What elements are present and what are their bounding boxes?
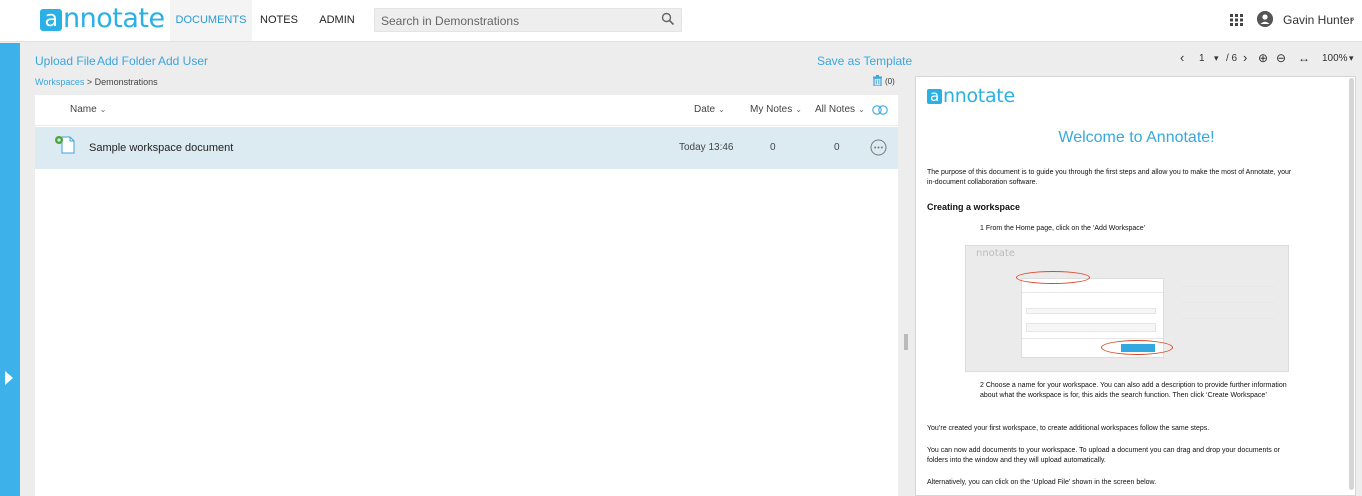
logo-text: nnotate <box>63 3 165 34</box>
user-icon[interactable] <box>1257 11 1273 27</box>
toggle-icon[interactable] <box>872 105 888 115</box>
screenshot-name-field <box>1026 308 1156 314</box>
column-name-label: Name <box>70 104 97 115</box>
screenshot-divider <box>1022 292 1163 293</box>
search-input[interactable]: Search in Demonstrations <box>381 14 519 28</box>
page-total: / 6 <box>1226 53 1238 64</box>
screenshot-table-line <box>1181 286 1276 287</box>
document-date: Today 13:46 <box>679 142 734 153</box>
column-all-notes[interactable]: All Notes ⌄ <box>815 104 865 115</box>
screenshot-description-field <box>1026 323 1156 332</box>
document-my-notes: 0 <box>770 142 776 153</box>
column-my-notes-label: My Notes <box>750 104 793 115</box>
page-number[interactable]: 1 <box>1199 53 1205 64</box>
document-scrollbar[interactable] <box>1349 78 1354 490</box>
grid-icon[interactable] <box>1230 14 1243 26</box>
app-logo[interactable]: a nnotate <box>40 4 165 34</box>
document-paragraph-4: Alternatively, you can click on the ‘Upl… <box>927 479 1157 486</box>
screenshot-logo: nnotate <box>976 248 1015 259</box>
document-icon <box>55 136 75 154</box>
list-header: Name ⌄ Date ⌄ My Notes ⌄ All Notes ⌄ <box>35 95 898 126</box>
screenshot-table-line <box>1181 302 1276 303</box>
column-name[interactable]: Name ⌄ <box>70 104 106 115</box>
zoom-in-icon[interactable]: ⊕ <box>1258 51 1268 65</box>
column-all-notes-label: All Notes <box>815 104 856 115</box>
column-my-notes[interactable]: My Notes ⌄ <box>750 104 802 115</box>
document-paragraph-3: You can now add documents to your worksp… <box>927 447 1280 464</box>
breadcrumb-separator: > <box>84 77 95 87</box>
column-date[interactable]: Date ⌄ <box>694 104 725 115</box>
column-date-label: Date <box>694 104 716 115</box>
highlight-oval <box>1016 271 1090 284</box>
user-name[interactable]: Gavin Hunter <box>1283 13 1354 27</box>
trash-count: (0) <box>885 77 895 86</box>
breadcrumb-current: Demonstrations <box>94 77 158 87</box>
add-user-link[interactable]: Add User <box>158 54 208 68</box>
document-section-heading: Creating a workspace <box>927 202 1021 212</box>
more-icon[interactable] <box>870 139 887 156</box>
search-box[interactable]: Search in Demonstrations <box>374 8 682 32</box>
search-icon[interactable] <box>661 12 675 26</box>
tab-admin[interactable]: ADMIN <box>314 0 360 41</box>
chevron-down-icon: ⌄ <box>718 105 725 114</box>
fit-width-icon[interactable]: ↔ <box>1298 51 1310 65</box>
document-logo-text: nnotate <box>943 85 1015 107</box>
trash-icon[interactable] <box>872 75 883 86</box>
sidebar-toggle-strip[interactable] <box>0 43 20 496</box>
document-list: Name ⌄ Date ⌄ My Notes ⌄ All Notes ⌄ Sample … <box>35 95 898 496</box>
document-step-2: 2 Choose a name for your workspace. You … <box>980 382 1287 399</box>
document-intro: The purpose of this document is to guide… <box>927 169 1292 186</box>
document-logo-letter: a <box>927 89 942 104</box>
chevron-down-icon: ⌄ <box>99 105 107 114</box>
document-preview[interactable]: a nnotate Welcome to Annotate! The purpos… <box>915 76 1356 496</box>
save-as-template-link[interactable]: Save as Template <box>817 54 912 68</box>
table-row[interactable]: Sample workspace document Today 13:46 0 … <box>35 127 898 169</box>
document-step-1: 1 From the Home page, click on the ‘Add … <box>980 225 1146 232</box>
zoom-dropdown-icon[interactable]: ▾ <box>1349 53 1354 64</box>
document-title[interactable]: Sample workspace document <box>89 142 233 154</box>
screenshot-table-line <box>1181 318 1276 319</box>
chevron-down-icon: ⌄ <box>795 105 802 114</box>
next-page-button[interactable]: › <box>1243 50 1247 65</box>
highlight-oval <box>1101 340 1173 355</box>
screenshot-divider <box>1022 338 1163 339</box>
document-heading: Welcome to Annotate! <box>1058 129 1215 146</box>
breadcrumb-root[interactable]: Workspaces <box>35 77 84 87</box>
panel-resize-handle[interactable] <box>904 334 908 350</box>
tab-documents[interactable]: DOCUMENTS <box>170 0 252 41</box>
tab-notes[interactable]: NOTES <box>256 0 302 41</box>
top-bar: a nnotate DOCUMENTS NOTES ADMIN Search in… <box>0 0 1362 42</box>
zoom-level[interactable]: 100% <box>1322 53 1348 64</box>
chevron-down-icon: ⌄ <box>858 105 865 114</box>
logo-letter: a <box>40 9 62 31</box>
document-paragraph-2: You’re created your first workspace, to … <box>927 425 1210 432</box>
add-folder-link[interactable]: Add Folder <box>97 54 156 68</box>
zoom-out-icon[interactable]: ⊖ <box>1276 51 1286 65</box>
chevron-down-icon[interactable]: ⌄ <box>1348 13 1356 24</box>
breadcrumb: Workspaces > Demonstrations <box>35 77 158 87</box>
document-all-notes: 0 <box>834 142 840 153</box>
page-dropdown-icon[interactable]: ▾ <box>1214 53 1219 64</box>
document-logo: a nnotate <box>927 85 1015 107</box>
upload-file-link[interactable]: Upload File <box>35 54 96 68</box>
embedded-screenshot: nnotate <box>965 245 1289 372</box>
previous-page-button[interactable]: ‹ <box>1180 50 1184 65</box>
expand-arrow-icon[interactable] <box>5 371 13 385</box>
